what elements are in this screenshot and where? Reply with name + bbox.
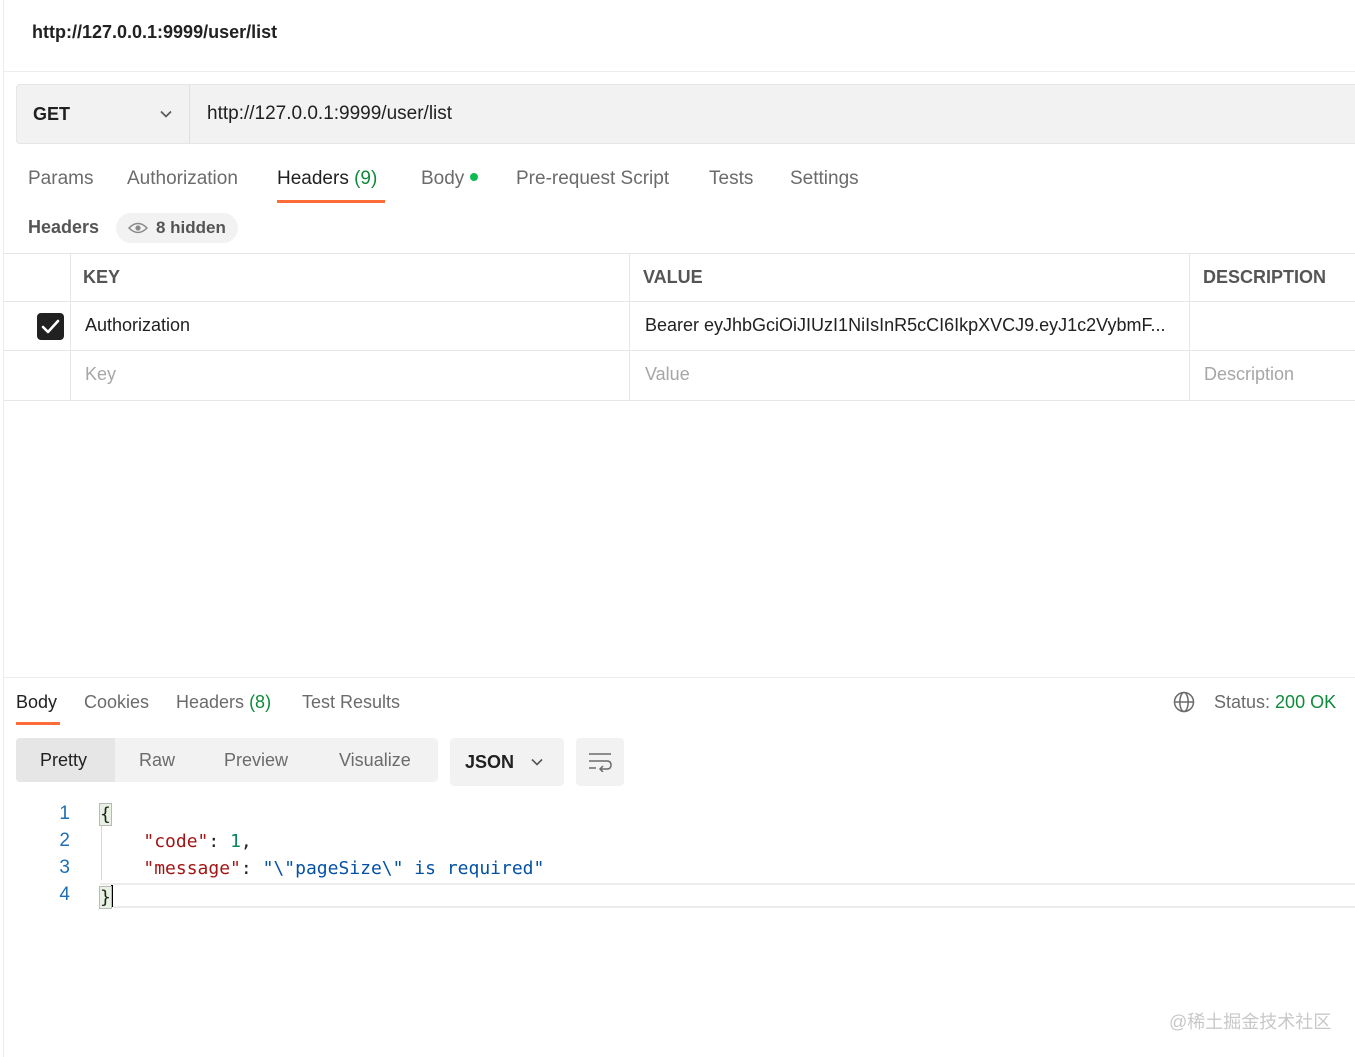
view-mode-visualize[interactable]: Visualize (339, 750, 411, 771)
tab-params[interactable]: Params (28, 168, 93, 190)
code-line-3: "message": "\"pageSize\" is required" (143, 858, 545, 879)
status-value[interactable]: 200 OK (1275, 692, 1336, 712)
url-input[interactable]: http://127.0.0.1:9999/user/list (207, 103, 452, 125)
tab-tests[interactable]: Tests (709, 168, 753, 190)
tab-settings[interactable]: Settings (790, 168, 859, 190)
open-brace: { (99, 803, 112, 826)
app-frame: http://127.0.0.1:9999/user/list GET http… (3, 0, 1355, 1057)
request-tabs: Params Authorization Headers (9) Body Pr… (4, 160, 1004, 210)
code-line-1: { (99, 803, 112, 826)
column-header-description: DESCRIPTION (1203, 267, 1327, 287)
url-bar: GET http://127.0.0.1:9999/user/list (16, 84, 1355, 144)
new-key-input[interactable]: Key (85, 364, 116, 385)
json-value-code: 1 (230, 831, 241, 852)
tab-authorization[interactable]: Authorization (127, 168, 238, 190)
request-title[interactable]: http://127.0.0.1:9999/user/list (32, 22, 277, 43)
tab-headers-count: (9) (354, 168, 378, 189)
response-tab-headers[interactable]: Headers (8) (176, 692, 271, 713)
view-mode-segmented: Pretty Raw Preview Visualize (16, 738, 438, 782)
view-mode-pretty[interactable]: Pretty (40, 750, 87, 771)
method-label: GET (33, 104, 71, 124)
response-tab-test-results-label: Test Results (302, 692, 401, 712)
tab-headers[interactable]: Headers (9) (277, 168, 377, 190)
active-line-highlight (100, 883, 1355, 908)
text-caret (110, 885, 113, 907)
tab-pre-request-script[interactable]: Pre-request Script (516, 168, 669, 190)
tab-settings-label: Settings (790, 168, 859, 189)
chevron-down-icon (160, 110, 172, 118)
response-tab-test-results[interactable]: Test Results (302, 692, 400, 713)
close-brace: } (99, 886, 112, 909)
hidden-headers-toggle[interactable]: 8 hidden (116, 213, 238, 243)
tab-authorization-label: Authorization (127, 168, 238, 189)
json-key-code: "code" (143, 831, 209, 852)
response-tab-cookies[interactable]: Cookies (84, 692, 149, 713)
eye-icon (128, 222, 148, 234)
active-tab-indicator (277, 200, 385, 203)
response-status: Status: 200 OK (1214, 692, 1336, 713)
header-value-cell[interactable]: Bearer eyJhbGciOiJIUzI1NiIsInR5cCI6IkpXV… (645, 315, 1185, 336)
table-header-row: KEY VALUE DESCRIPTION (4, 253, 1355, 302)
response-tab-headers-count: (8) (249, 692, 272, 712)
method-select[interactable]: GET (17, 85, 190, 143)
globe-icon[interactable] (1172, 690, 1196, 714)
response-divider[interactable] (4, 677, 1355, 678)
line-number: 4 (59, 884, 70, 905)
code-line-4: } (99, 885, 113, 909)
headers-section-label: Headers (28, 217, 100, 237)
response-tab-headers-label: Headers (176, 692, 245, 712)
format-label: JSON (465, 752, 515, 772)
format-select[interactable]: JSON (450, 738, 564, 786)
view-mode-preview[interactable]: Preview (224, 750, 288, 771)
chevron-down-icon (531, 758, 543, 766)
response-active-tab-indicator (16, 722, 60, 725)
column-header-value: VALUE (643, 267, 703, 287)
header-key-cell[interactable]: Authorization (85, 315, 615, 336)
status-label: Status: (1214, 692, 1271, 712)
tab-params-label: Params (28, 168, 94, 189)
response-tab-body[interactable]: Body (16, 692, 57, 713)
response-tabs: Body Cookies Headers (8) Test Results St… (4, 686, 1355, 730)
tab-body[interactable]: Body (421, 168, 479, 190)
wrap-text-icon (589, 753, 612, 772)
watermark: @稀土掘金技术社区 (1169, 1012, 1332, 1032)
table-row: Authorization Bearer eyJhbGciOiJIUzI1NiI… (4, 302, 1355, 351)
headers-subheader: Headers 8 hidden (4, 210, 604, 250)
new-description-input[interactable]: Description (1204, 364, 1294, 385)
tab-tests-label: Tests (709, 168, 754, 189)
response-tab-body-label: Body (16, 692, 58, 712)
json-key-message: "message" (143, 858, 241, 879)
line-number: 1 (59, 803, 70, 824)
column-header-key: KEY (83, 267, 121, 287)
code-line-2: "code": 1, (143, 831, 252, 852)
tab-pre-request-script-label: Pre-request Script (516, 168, 670, 189)
table-row-new: Key Value Description (4, 351, 1355, 401)
body-modified-dot-icon (470, 173, 479, 181)
checkmark-icon (41, 319, 60, 334)
view-mode-raw[interactable]: Raw (139, 750, 175, 771)
header-enabled-checkbox[interactable] (37, 313, 64, 340)
line-number: 3 (59, 857, 70, 878)
new-value-input[interactable]: Value (645, 364, 690, 385)
request-title-bar: http://127.0.0.1:9999/user/list (4, 0, 1355, 72)
json-value-message: "\"pageSize\" is required" (262, 858, 545, 879)
response-body-editor[interactable]: 1 2 3 4 { "code": 1, "message": "\"pageS… (4, 800, 1355, 920)
response-tab-cookies-label: Cookies (84, 692, 150, 712)
line-number: 2 (59, 830, 70, 851)
wrap-lines-button[interactable] (576, 738, 624, 786)
tab-headers-label: Headers (277, 168, 349, 189)
tab-body-label: Body (421, 168, 465, 189)
hidden-headers-label: 8 hidden (156, 218, 226, 237)
